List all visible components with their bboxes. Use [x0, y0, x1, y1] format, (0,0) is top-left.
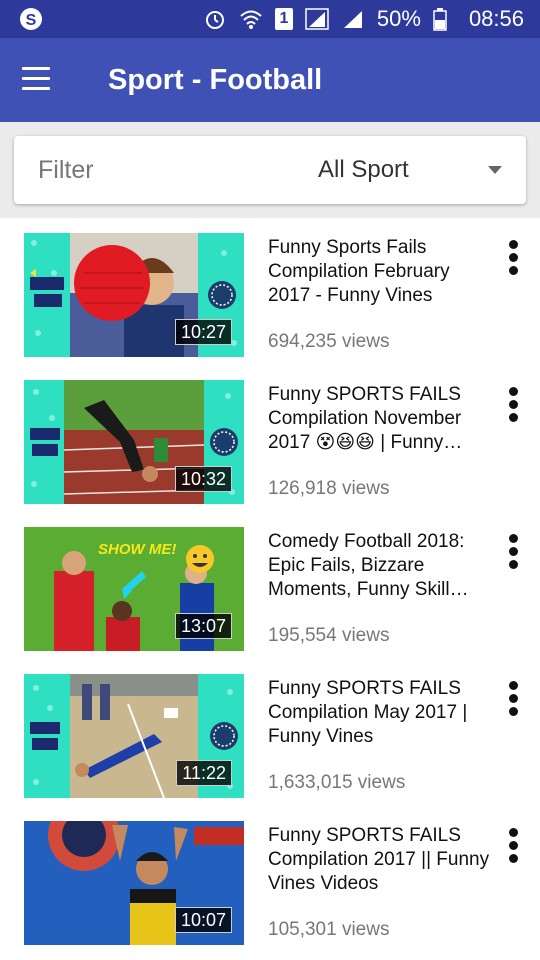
video-views: 1,633,015 views: [268, 772, 406, 793]
skype-icon: S: [18, 6, 44, 32]
filter-label: Filter: [38, 156, 94, 184]
battery-percent: 50%: [376, 6, 421, 31]
filter-dropdown[interactable]: Filter All Sport: [14, 136, 526, 204]
signal-icon-2: [341, 7, 365, 31]
status-bar: S 1 50% 08:56: [0, 0, 540, 38]
video-thumbnail[interactable]: SHOW ME! 13:07: [24, 527, 244, 651]
video-title[interactable]: Funny SPORTS FAILS Compilation 2017 || F…: [268, 824, 490, 896]
thumbnail-overlay-text: SHOW ME!: [98, 541, 177, 558]
signal-icon: [305, 7, 329, 31]
video-list-item[interactable]: 10:07 Funny SPORTS FAILS Compilation 201…: [0, 806, 540, 953]
clock-time: 08:56: [468, 6, 524, 31]
alarm-icon: [203, 7, 227, 31]
video-list-item[interactable]: 10:32 Funny SPORTS FAILS Compilation Nov…: [0, 365, 540, 512]
more-vertical-icon[interactable]: [500, 828, 526, 870]
video-views: 694,235 views: [268, 331, 390, 352]
dropdown-arrow-icon[interactable]: [488, 166, 502, 174]
video-title[interactable]: Funny SPORTS FAILS Compilation November …: [268, 383, 490, 455]
filter-selected-value: All Sport: [318, 156, 409, 183]
app-bar: Sport - Football: [0, 38, 540, 122]
video-views: 126,918 views: [268, 478, 390, 499]
svg-text:S: S: [26, 12, 37, 29]
status-icons: 1 50% 08:56: [203, 0, 524, 38]
video-duration: 13:07: [174, 613, 232, 639]
video-title[interactable]: Comedy Football 2018: Epic Fails, Bizzar…: [268, 530, 490, 602]
video-duration: 10:27: [174, 319, 232, 345]
sim-indicator: 1: [274, 8, 293, 30]
more-vertical-icon[interactable]: [500, 387, 526, 429]
video-duration: 10:07: [174, 907, 232, 933]
video-views: 195,554 views: [268, 625, 390, 646]
battery-icon: [433, 7, 457, 31]
video-list-item[interactable]: 10:27 Funny Sports Fails Compilation Feb…: [0, 218, 540, 365]
more-vertical-icon[interactable]: [500, 681, 526, 723]
hamburger-menu-icon[interactable]: [22, 67, 50, 91]
more-vertical-icon[interactable]: [500, 534, 526, 576]
video-thumbnail[interactable]: 10:07: [24, 821, 244, 945]
video-title[interactable]: Funny SPORTS FAILS Compilation May 2017 …: [268, 677, 490, 749]
wifi-icon: [239, 7, 263, 31]
video-views: 105,301 views: [268, 919, 390, 940]
video-thumbnail[interactable]: 10:32: [24, 380, 244, 504]
video-title[interactable]: Funny Sports Fails Compilation February …: [268, 236, 490, 308]
filter-area: Filter All Sport: [0, 122, 540, 218]
video-duration: 11:22: [176, 760, 232, 786]
video-list-item[interactable]: SHOW ME! 13:07 Comedy Football 2018: Epi…: [0, 512, 540, 659]
more-vertical-icon[interactable]: [500, 240, 526, 282]
video-list-item[interactable]: 11:22 Funny SPORTS FAILS Compilation May…: [0, 659, 540, 806]
page-title: Sport - Football: [108, 64, 323, 96]
video-duration: 10:32: [174, 466, 232, 492]
video-thumbnail[interactable]: 11:22: [24, 674, 244, 798]
video-thumbnail[interactable]: 10:27: [24, 233, 244, 357]
